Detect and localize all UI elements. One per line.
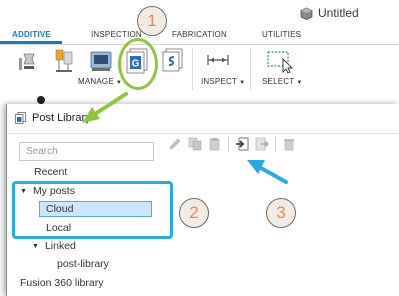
green-arrow: [82, 92, 128, 123]
blue-arrow: [247, 160, 288, 184]
annotation-arrows: [82, 92, 288, 184]
